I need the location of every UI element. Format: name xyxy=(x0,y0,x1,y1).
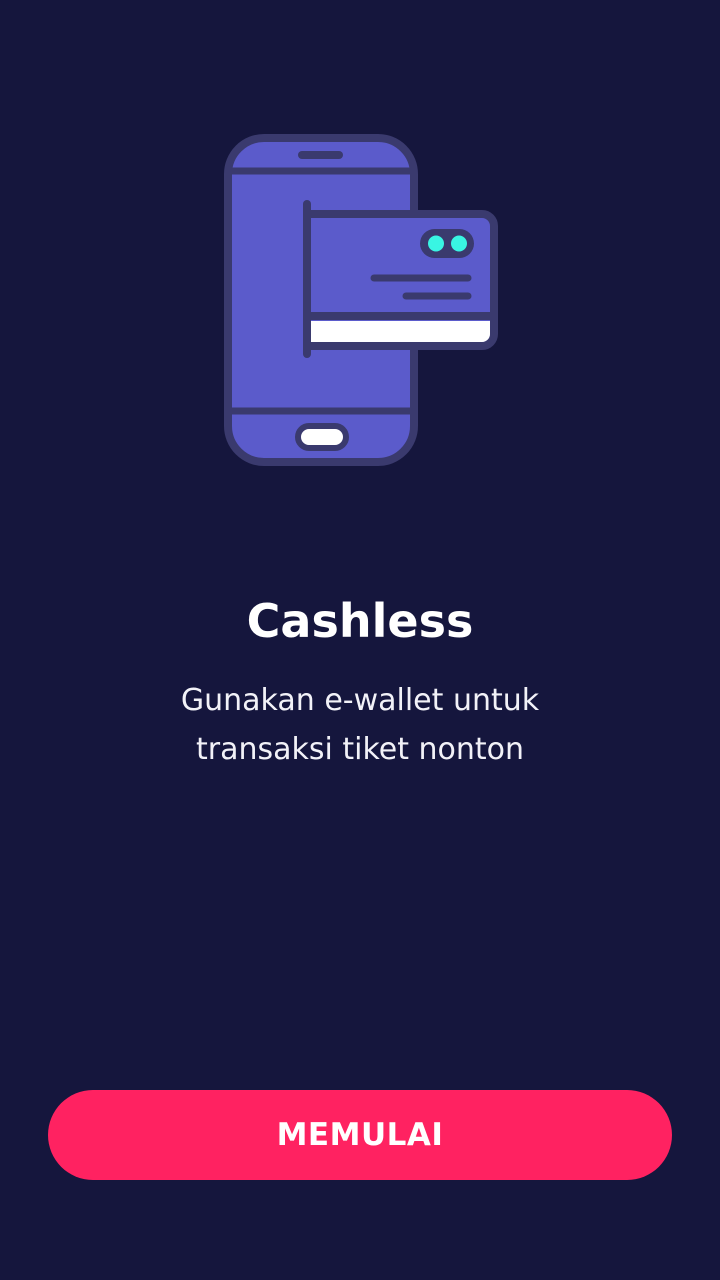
onboarding-screen: Cashless Gunakan e-wallet untuk transaks… xyxy=(0,0,720,1280)
page-subtitle: Gunakan e-wallet untuk transaksi tiket n… xyxy=(180,683,540,767)
phone-with-card-icon xyxy=(224,134,498,466)
page-title: Cashless xyxy=(246,594,474,648)
start-button[interactable]: MEMULAI xyxy=(48,1090,672,1180)
